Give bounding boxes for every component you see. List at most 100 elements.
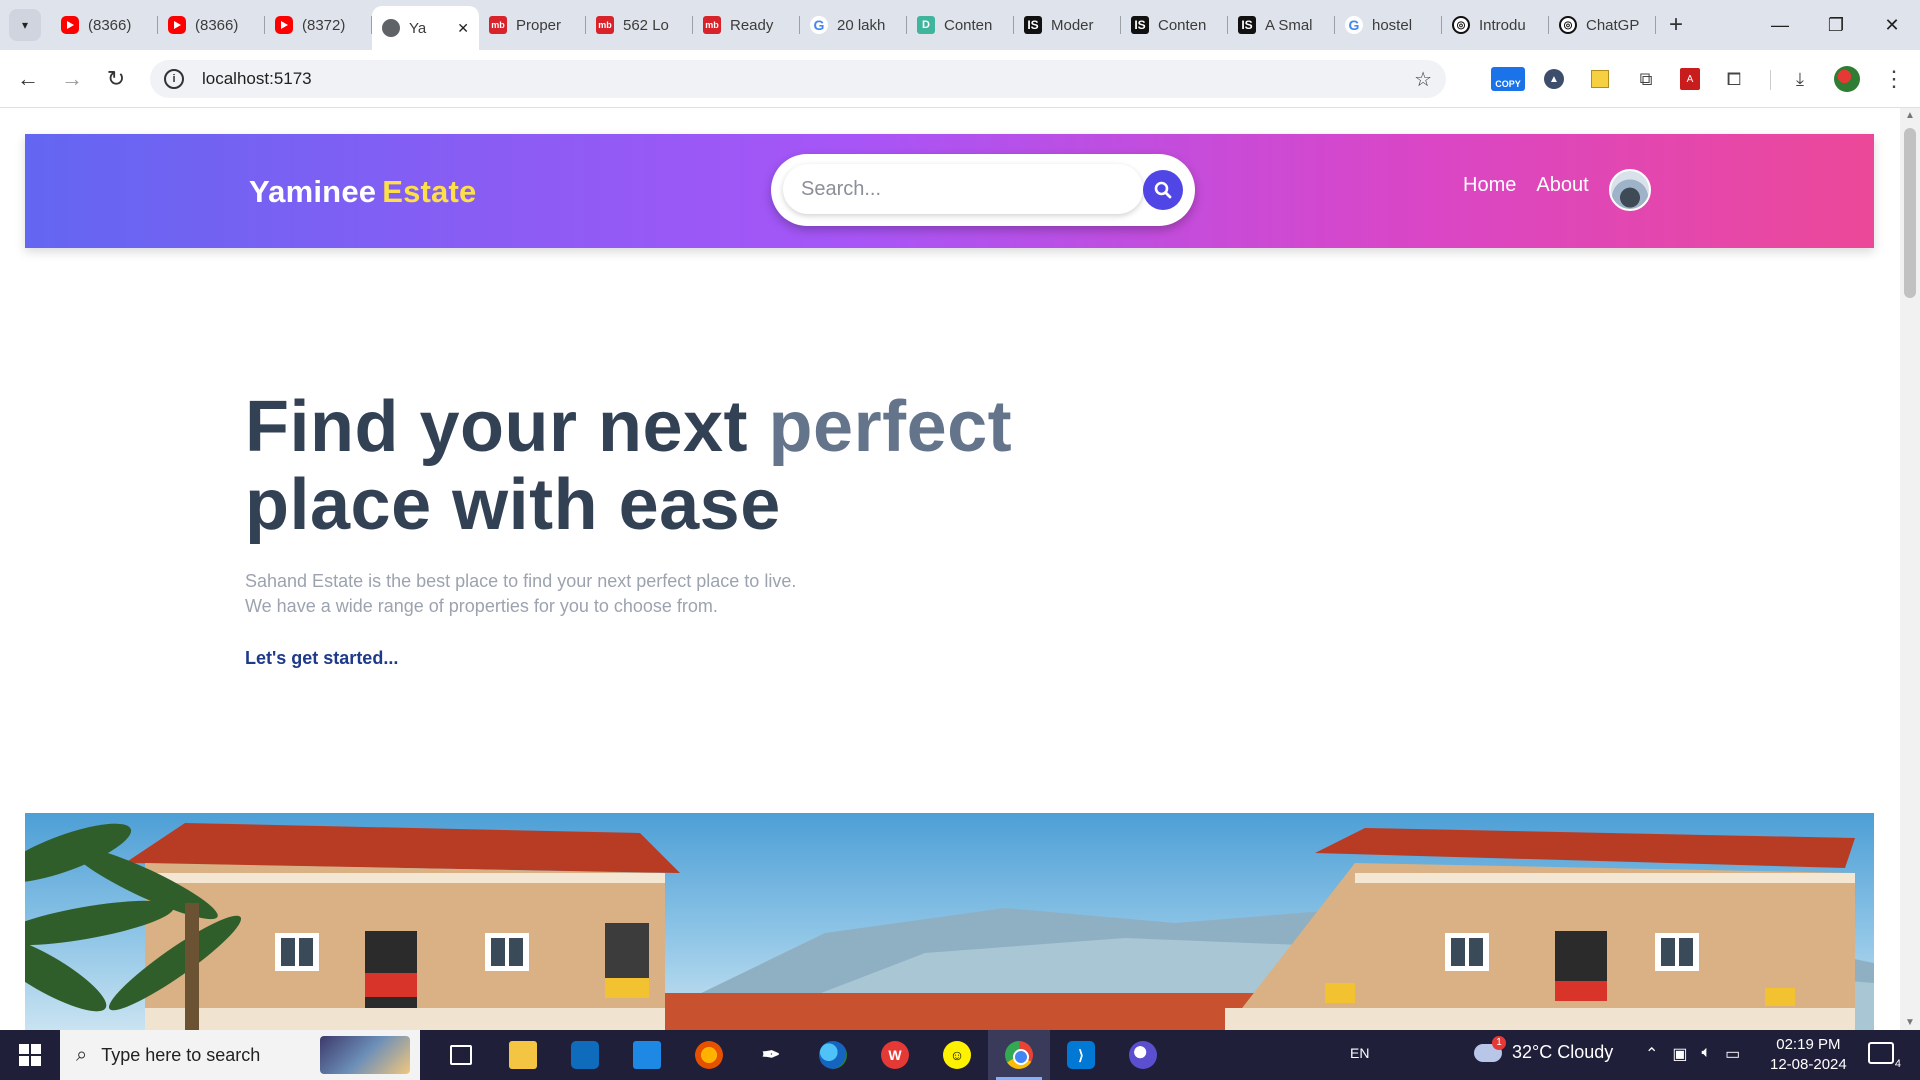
browser-menu-icon[interactable]: ⋮ (1876, 61, 1912, 97)
store-button[interactable] (554, 1030, 616, 1080)
tab-label: Conten (944, 16, 993, 34)
reload-button[interactable]: ↻ (94, 57, 138, 101)
magicbricks-icon: mb (703, 16, 721, 34)
folder-icon (509, 1041, 537, 1069)
browser-tab[interactable]: Ghostel (1335, 0, 1442, 50)
vscode-button[interactable]: ⟩ (1050, 1030, 1112, 1080)
back-button[interactable]: ← (6, 57, 50, 101)
globe-icon (382, 19, 400, 37)
close-window-icon[interactable]: ✕ (1864, 0, 1920, 50)
magicbricks-icon: mb (489, 16, 507, 34)
chevron-up-icon[interactable]: ⌃ (1645, 1044, 1658, 1064)
nav-about-link[interactable]: About (1536, 174, 1588, 197)
copy-extension-label: COPY (1491, 67, 1525, 91)
search-input[interactable] (801, 177, 1101, 201)
tab-label: Ya (409, 19, 427, 37)
browser-tab[interactable]: G 20 lakh (800, 0, 907, 50)
browser-tab[interactable]: ◎ Introdu (1442, 0, 1549, 50)
taskbar-search-box[interactable]: ⌕ Type here to search (60, 1030, 420, 1080)
browser-tab[interactable]: (8366) (158, 0, 265, 50)
windows-logo-icon (19, 1044, 41, 1066)
volume-icon[interactable]: 🔈︎ (1702, 1044, 1712, 1064)
pen-icon: ✒ (761, 1042, 781, 1067)
wps-office-button[interactable]: W (864, 1030, 926, 1080)
minimize-icon[interactable]: — (1752, 0, 1808, 50)
tab-label: ChatGP (1586, 16, 1640, 34)
search-form (771, 154, 1195, 226)
sticky-note-extension-icon[interactable] (1582, 61, 1618, 97)
weather-text: 32°C Cloudy (1512, 1042, 1614, 1062)
browser-tab[interactable]: IS Moder (1014, 0, 1121, 50)
url-text: localhost:5173 (202, 69, 312, 88)
user-avatar[interactable] (1609, 169, 1651, 211)
site-logo[interactable]: Yaminee Estate (249, 174, 476, 210)
tab-label: 20 lakh (837, 16, 886, 34)
input-language[interactable]: EN (1350, 1045, 1369, 1061)
tab-label: (8372) (302, 16, 346, 34)
copy-extension-icon[interactable]: COPY (1490, 61, 1526, 97)
tab-search-button[interactable]: ▾ (9, 9, 41, 41)
site-info-icon[interactable]: i (164, 69, 184, 89)
hero-title: Find your next perfect place with ease (245, 388, 1012, 544)
scroll-up-icon[interactable]: ▲ (1905, 110, 1915, 121)
tab-label: Ready (730, 16, 774, 34)
snapchat-button[interactable]: ☺ (926, 1030, 988, 1080)
hero-title-part2: place with ease (245, 465, 781, 545)
chrome-button[interactable] (988, 1030, 1050, 1080)
task-view-button[interactable] (430, 1030, 492, 1080)
restore-icon[interactable]: ❐ (1808, 0, 1864, 50)
clock-time: 02:19 PM (1776, 1036, 1841, 1053)
copy-pages-extension-icon[interactable]: ⧉ (1628, 61, 1664, 97)
battery-icon[interactable]: ▭ (1725, 1044, 1740, 1064)
extensions-puzzle-icon[interactable]: ⧠ (1716, 61, 1752, 97)
bookmark-star-icon[interactable]: ☆ (1414, 67, 1432, 92)
orb-app-button[interactable] (1112, 1030, 1174, 1080)
system-tray: ⌃ ▣ 🔈︎ ▭ (1645, 1044, 1740, 1064)
pen-app-button[interactable]: ✒ (740, 1030, 802, 1080)
is-icon: IS (1238, 16, 1256, 34)
youtube-icon (168, 16, 186, 34)
taskbar-clock[interactable]: 02:19 PM 12-08-2024 (1770, 1035, 1847, 1075)
browser-tab[interactable]: ◎ ChatGP (1549, 0, 1656, 50)
tab-label: Conten (1158, 16, 1207, 34)
close-tab-icon[interactable]: ✕ (457, 20, 469, 37)
scrollbar-thumb[interactable] (1904, 128, 1916, 298)
firefox-button[interactable] (678, 1030, 740, 1080)
browser-tab[interactable]: mb Proper (479, 0, 586, 50)
download-icon[interactable]: ⤓ (1782, 61, 1818, 97)
search-icon (1154, 181, 1172, 199)
pdf-extension-icon[interactable]: A (1672, 61, 1708, 97)
cursor-extension-icon[interactable]: ▲ (1536, 61, 1572, 97)
browser-tab[interactable]: mb 562 Lo (586, 0, 693, 50)
browser-tab[interactable]: mb Ready (693, 0, 800, 50)
meet-icon[interactable]: ▣ (1672, 1044, 1687, 1064)
tab-label: Introdu (1479, 16, 1526, 34)
notification-center-icon[interactable]: 4 (1868, 1042, 1901, 1070)
page-scrollbar[interactable]: ▲ ▼ (1900, 108, 1920, 1030)
forward-button[interactable]: → (50, 57, 94, 101)
browser-tab[interactable]: (8372) (265, 0, 372, 50)
get-started-link[interactable]: Let's get started... (245, 648, 398, 669)
browser-tab[interactable]: (8366) (51, 0, 158, 50)
snapchat-icon: ☺ (943, 1041, 971, 1069)
search-button[interactable] (1143, 170, 1183, 210)
address-bar[interactable]: i localhost:5173 ☆ (150, 60, 1446, 98)
logo-part1: Yaminee (249, 174, 377, 209)
new-tab-button[interactable]: + (1660, 9, 1692, 41)
edge-button[interactable] (802, 1030, 864, 1080)
browser-tab[interactable]: Ya ✕ (372, 6, 479, 50)
browser-tab[interactable]: D Conten (907, 0, 1014, 50)
vscode-icon: ⟩ (1067, 1041, 1095, 1069)
start-button[interactable] (0, 1030, 60, 1080)
mail-button[interactable] (616, 1030, 678, 1080)
nav-home-link[interactable]: Home (1463, 174, 1516, 197)
tab-label: (8366) (195, 16, 239, 34)
profile-avatar[interactable] (1829, 61, 1865, 97)
file-explorer-button[interactable] (492, 1030, 554, 1080)
logo-part2: Estate (382, 174, 477, 209)
notification-count: 4 (1894, 1058, 1901, 1070)
scroll-down-icon[interactable]: ▼ (1905, 1017, 1915, 1028)
browser-tab[interactable]: IS A Smal (1228, 0, 1335, 50)
weather-widget[interactable]: 1 32°C Cloudy (1474, 1035, 1614, 1063)
browser-tab[interactable]: IS Conten (1121, 0, 1228, 50)
